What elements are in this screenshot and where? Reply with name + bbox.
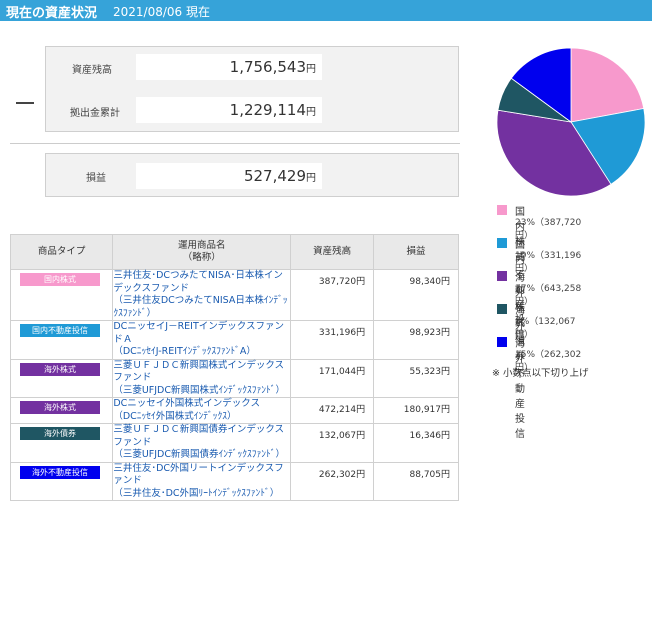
balance-cell: 262,302円 bbox=[290, 461, 375, 501]
fund-name-link[interactable]: 三井住友･DCつみたてNISA･日本株インデックスファンド bbox=[113, 270, 283, 294]
page-header: 現在の資産状況 2021/08/06 現在 bbox=[0, 0, 652, 21]
table-row: 国内不動産投信 DCニッセイJ－REITインデックスファンドＡ （DCﾆｯｾｲJ-R… bbox=[9, 320, 459, 360]
profit-cell: 98,340円 bbox=[373, 269, 459, 321]
fund-name-link[interactable]: 三菱ＵＦＪＤＣ新興国債券インデックスファンド bbox=[113, 424, 284, 448]
fund-name-cell[interactable]: DCニッセイ外国株式インデックス （DCﾆｯｾｲ外国株式ｲﾝﾃﾞｯｸｽ） bbox=[112, 397, 292, 424]
type-badge: 海外債券 bbox=[20, 427, 100, 440]
fund-name-link[interactable]: 三井住友･DC外国リートインデックスファンド bbox=[113, 463, 283, 487]
fund-name-link[interactable]: 三菱ＵＦＪＤＣ新興国株式インデックスファンド bbox=[113, 360, 284, 384]
holdings-table: 商品タイプ 運用商品名 （略称） 資産残高 損益 国内株式 三井住友･DCつみたて… bbox=[9, 234, 459, 501]
table-row: 海外債券 三菱ＵＦＪＤＣ新興国債券インデックスファンド （三菱UFJDC新興国債券ｲ… bbox=[9, 423, 459, 463]
col-header-profit: 損益 bbox=[373, 234, 459, 270]
profit-cell: 16,346円 bbox=[373, 423, 459, 463]
page-title: 現在の資産状況 bbox=[6, 6, 98, 21]
legend-swatch bbox=[497, 271, 507, 281]
type-cell: 海外債券 bbox=[9, 423, 114, 463]
col-header-name: 運用商品名 （略称） bbox=[112, 234, 292, 270]
fund-short-name[interactable]: （三菱UFJDC新興国債券ｲﾝﾃﾞｯｸｽﾌｧﾝﾄﾞ） bbox=[113, 449, 285, 460]
type-badge: 海外不動産投信 bbox=[20, 465, 100, 479]
divider bbox=[10, 143, 460, 144]
type-badge: 国内不動産投信 bbox=[20, 324, 100, 337]
legend-swatch bbox=[497, 304, 507, 314]
table-row: 海外不動産投信 三井住友･DC外国リートインデックスファンド （三井住友･DC外国ﾘ… bbox=[9, 461, 459, 501]
table-row: 国内株式 三井住友･DCつみたてNISA･日本株インデックスファンド （三井住友DC… bbox=[9, 269, 459, 321]
profit-box: 損益 527,429円 bbox=[45, 153, 459, 197]
type-cell: 国内不動産投信 bbox=[9, 320, 114, 360]
col-header-type: 商品タイプ bbox=[9, 234, 114, 270]
balance-cell: 387,720円 bbox=[290, 269, 375, 321]
fund-short-name[interactable]: （三菱UFJDC新興国株式ｲﾝﾃﾞｯｸｽﾌｧﾝﾄﾞ） bbox=[113, 385, 285, 396]
legend-swatch bbox=[497, 238, 507, 248]
balance-cell: 472,214円 bbox=[290, 397, 375, 424]
type-badge: 国内株式 bbox=[20, 273, 100, 286]
type-cell: 海外株式 bbox=[9, 397, 114, 424]
fund-short-name[interactable]: （DCﾆｯｾｲJ-REITｲﾝﾃﾞｯｸｽﾌｧﾝﾄﾞA） bbox=[113, 346, 256, 357]
legend-swatch bbox=[497, 205, 507, 215]
type-cell: 海外不動産投信 bbox=[9, 461, 114, 501]
fund-short-name[interactable]: （DCﾆｯｾｲ外国株式ｲﾝﾃﾞｯｸｽ） bbox=[113, 411, 236, 422]
assets-label: 資産残高 bbox=[72, 65, 112, 76]
fund-name-cell[interactable]: DCニッセイJ－REITインデックスファンドＡ （DCﾆｯｾｲJ-REITｲﾝﾃﾞ… bbox=[112, 320, 292, 360]
profit-cell: 180,917円 bbox=[373, 397, 459, 424]
profit-label: 損益 bbox=[86, 173, 106, 184]
type-cell: 国内株式 bbox=[9, 269, 114, 321]
fund-name-cell[interactable]: 三井住友･DC外国リートインデックスファンド （三井住友･DC外国ﾘｰﾄｲﾝﾃﾞｯ… bbox=[112, 461, 292, 501]
summary-box: 資産残高 1,756,543円 拠出金累計 1,229,114円 bbox=[45, 46, 459, 132]
table-header-row: 商品タイプ 運用商品名 （略称） 資産残高 損益 bbox=[9, 234, 459, 270]
col-header-balance: 資産残高 bbox=[290, 234, 375, 270]
rounding-note: ※ 小数点以下切り上げ bbox=[492, 368, 589, 379]
balance-cell: 132,067円 bbox=[290, 423, 375, 463]
as-of-date: 2021/08/06 現在 bbox=[113, 5, 210, 19]
minus-sign bbox=[16, 102, 34, 104]
profit-value: 527,429円 bbox=[136, 163, 322, 189]
table-row: 海外株式 DCニッセイ外国株式インデックス （DCﾆｯｾｲ外国株式ｲﾝﾃﾞｯｸｽ） 4… bbox=[9, 397, 459, 424]
fund-short-name[interactable]: （三井住友･DC外国ﾘｰﾄｲﾝﾃﾞｯｸｽﾌｧﾝﾄﾞ） bbox=[113, 488, 279, 499]
fund-name-cell[interactable]: 三菱ＵＦＪＤＣ新興国株式インデックスファンド （三菱UFJDC新興国株式ｲﾝﾃﾞｯ… bbox=[112, 358, 292, 398]
balance-cell: 171,044円 bbox=[290, 358, 375, 398]
fund-name-cell[interactable]: 三井住友･DCつみたてNISA･日本株インデックスファンド （三井住友DCつみたて… bbox=[112, 269, 292, 321]
type-badge: 海外株式 bbox=[20, 401, 100, 414]
fund-short-name[interactable]: （三井住友DCつみたてNISA日本株ｲﾝﾃﾞｯｸｽﾌｧﾝﾄﾞ） bbox=[113, 295, 287, 319]
allocation-pie-chart bbox=[496, 47, 646, 197]
assets-value: 1,756,543円 bbox=[136, 54, 322, 80]
profit-cell: 55,323円 bbox=[373, 358, 459, 398]
fund-name-cell[interactable]: 三菱ＵＦＪＤＣ新興国債券インデックスファンド （三菱UFJDC新興国債券ｲﾝﾃﾞｯ… bbox=[112, 423, 292, 463]
type-cell: 海外株式 bbox=[9, 358, 114, 398]
fund-name-link[interactable]: DCニッセイ外国株式インデックス bbox=[113, 398, 260, 409]
profit-cell: 98,923円 bbox=[373, 320, 459, 360]
balance-cell: 331,196円 bbox=[290, 320, 375, 360]
profit-cell: 88,705円 bbox=[373, 461, 459, 501]
table-row: 海外株式 三菱ＵＦＪＤＣ新興国株式インデックスファンド （三菱UFJDC新興国株式ｲ… bbox=[9, 358, 459, 398]
contrib-value: 1,229,114円 bbox=[136, 97, 322, 123]
contrib-label: 拠出金累計 bbox=[70, 108, 120, 119]
fund-name-link[interactable]: DCニッセイJ－REITインデックスファンドＡ bbox=[113, 321, 284, 345]
type-badge: 海外株式 bbox=[20, 362, 100, 376]
legend-swatch bbox=[497, 337, 507, 347]
